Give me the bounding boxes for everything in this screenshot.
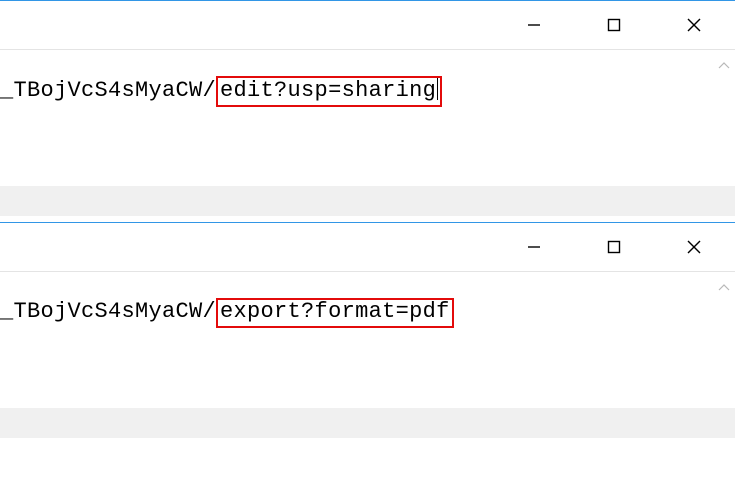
minimize-button[interactable]	[511, 231, 557, 263]
minimize-icon	[527, 240, 541, 254]
text-caret	[437, 78, 438, 100]
close-button[interactable]	[671, 231, 717, 263]
toolbar-strip	[0, 408, 735, 438]
url-highlight: edit?usp=sharing	[216, 76, 442, 107]
maximize-icon	[607, 240, 621, 254]
url-prefix: _TBojVcS4sMyaCW/	[0, 78, 216, 103]
url-text[interactable]: _TBojVcS4sMyaCW/export?format=pdf	[0, 299, 454, 324]
window-bottom: _TBojVcS4sMyaCW/export?format=pdf	[0, 222, 735, 438]
titlebar	[0, 223, 735, 271]
maximize-icon	[607, 18, 621, 32]
minimize-icon	[527, 18, 541, 32]
window-top: _TBojVcS4sMyaCW/edit?usp=sharing	[0, 0, 735, 216]
maximize-button[interactable]	[591, 9, 637, 41]
close-icon	[686, 239, 702, 255]
url-highlight: export?format=pdf	[216, 298, 454, 328]
url-text[interactable]: _TBojVcS4sMyaCW/edit?usp=sharing	[0, 78, 442, 103]
url-row: _TBojVcS4sMyaCW/export?format=pdf	[0, 272, 735, 368]
scroll-up-arrow[interactable]	[716, 58, 732, 74]
toolbar-strip	[0, 186, 735, 216]
maximize-button[interactable]	[591, 231, 637, 263]
url-prefix: _TBojVcS4sMyaCW/	[0, 299, 216, 324]
scroll-up-arrow[interactable]	[716, 280, 732, 296]
content-area: _TBojVcS4sMyaCW/edit?usp=sharing	[0, 50, 735, 216]
minimize-button[interactable]	[511, 9, 557, 41]
content-area: _TBojVcS4sMyaCW/export?format=pdf	[0, 272, 735, 438]
close-button[interactable]	[671, 9, 717, 41]
url-highlight-text: export?format=pdf	[220, 299, 450, 324]
url-highlight-text: edit?usp=sharing	[220, 78, 436, 103]
titlebar	[0, 1, 735, 49]
close-icon	[686, 17, 702, 33]
url-row: _TBojVcS4sMyaCW/edit?usp=sharing	[0, 50, 735, 146]
